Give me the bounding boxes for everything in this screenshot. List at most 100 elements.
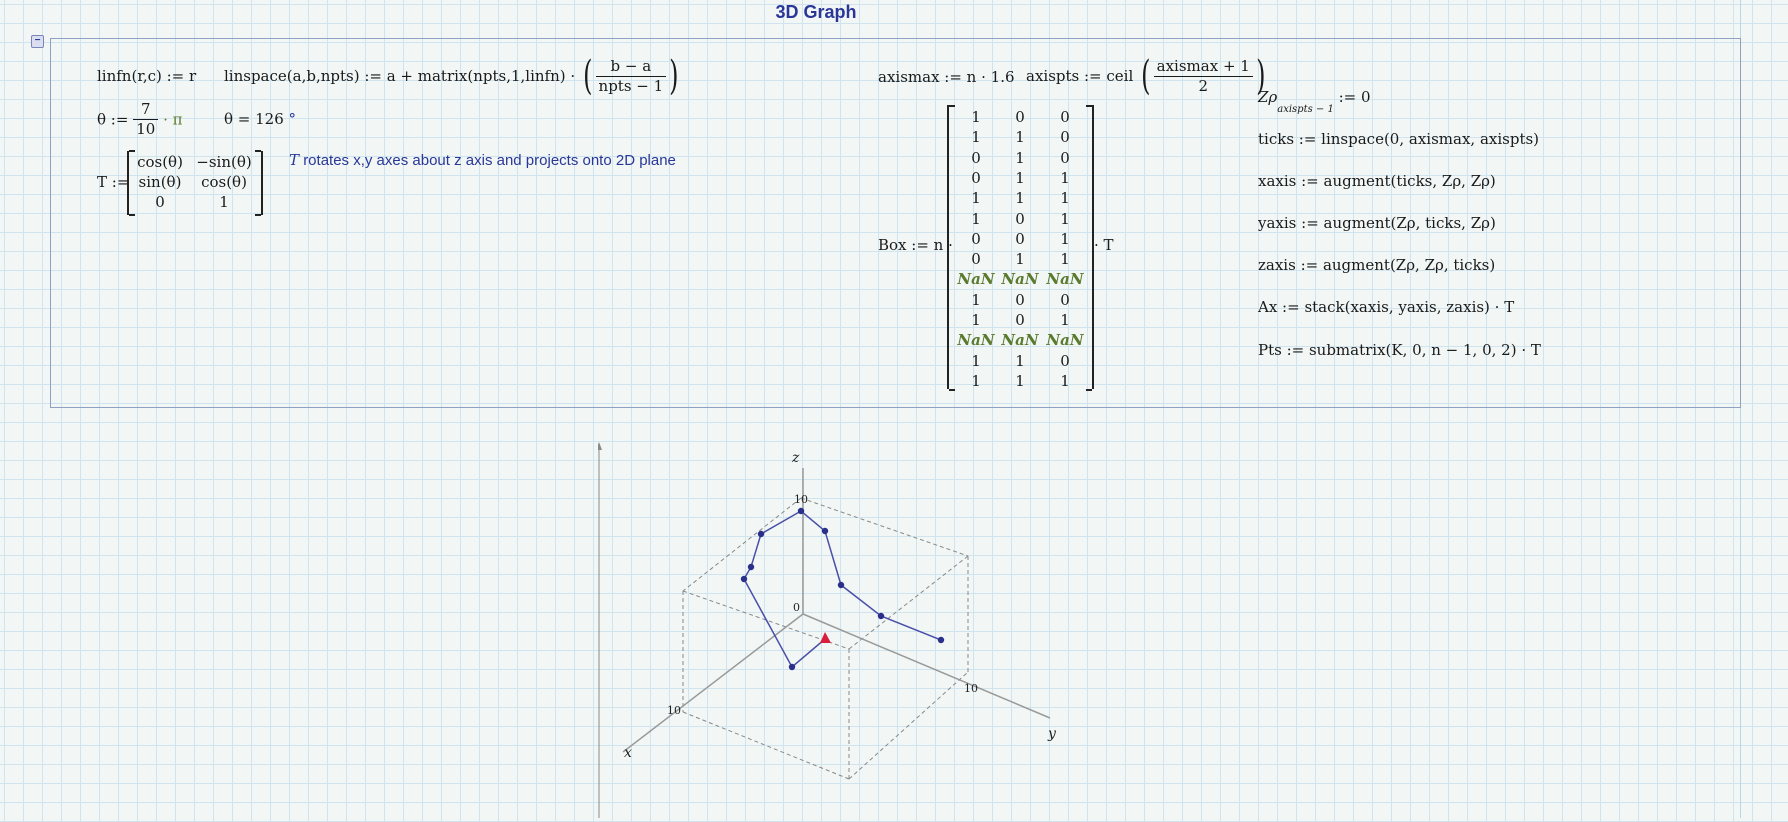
theta-pi: · π [163, 110, 183, 129]
matrix-cell: NaN [1001, 270, 1039, 289]
matrix-cell: 0 [1015, 311, 1025, 329]
matrix-cell: 1 [971, 128, 981, 147]
axispts-numerator: axismax + 1 [1153, 57, 1253, 77]
matrix-cell: 1 [1015, 351, 1025, 370]
matrix-cell: 0 [1060, 148, 1070, 167]
linspace-fraction: b − a npts − 1 [595, 57, 667, 96]
page-title: 3D Graph [775, 2, 857, 22]
data-point [747, 563, 755, 571]
y-tick-label: 10 [964, 682, 978, 695]
ticks-definition[interactable]: ticks := linspace(0, axismax, axispts) [1258, 130, 1539, 148]
matrix-cell: 0 [1015, 108, 1025, 126]
axismax-definition[interactable]: axismax := n · 1.6 [878, 68, 1015, 86]
matrix-cell: 1 [1015, 250, 1025, 269]
region-collapse-button[interactable]: − [31, 35, 44, 48]
matrix-cell: 1 [971, 209, 981, 228]
matrix-cell: 0 [1060, 290, 1070, 309]
plot-canvas[interactable]: z x y 10 0 10 10 [596, 442, 1088, 818]
data-point [821, 527, 829, 535]
matrix-cell: 1 [1015, 371, 1025, 390]
matrix-cell: cos(θ) [137, 153, 183, 171]
linspace-definition[interactable]: linspace(a,b,npts) := a + matrix(npts,1,… [224, 56, 682, 96]
ax-definition[interactable]: Ax := stack(xaxis, yaxis, zaxis) · T [1258, 298, 1514, 316]
matrix-cell: 0 [971, 168, 981, 187]
origin-tick-label: 0 [793, 601, 800, 614]
matrix-cell: 0 [1060, 108, 1070, 126]
3d-plot[interactable]: z x y 10 0 10 10 [596, 442, 1088, 818]
matrix-cell: 1 [971, 290, 981, 309]
data-point [837, 581, 845, 589]
close-paren: ) [669, 53, 679, 99]
T-lhs[interactable]: T := [97, 173, 129, 191]
comment-variable: T [289, 151, 300, 169]
matrix-cell: 0 [971, 250, 981, 269]
matrix-cell: 1 [1060, 371, 1070, 390]
linspace-denominator: npts − 1 [598, 76, 664, 95]
data-point [740, 575, 748, 583]
theta-denominator: 10 [136, 120, 156, 138]
data-points [740, 507, 945, 671]
theta-numerator: 7 [133, 100, 159, 120]
matrix-cell: 0 [1060, 351, 1070, 370]
zp-symbol: Zρ [1258, 88, 1278, 106]
matrix-cell: 1 [1060, 209, 1070, 228]
matrix-cell: cos(θ) [201, 173, 247, 191]
zp-definition[interactable]: Zρaxispts − 1 := 0 [1258, 88, 1371, 115]
T-comment[interactable]: T rotates x,y axes about z axis and proj… [289, 151, 676, 169]
matrix-cell: 1 [971, 189, 981, 208]
matrix-cell: sin(θ) [138, 173, 182, 191]
zaxis-definition[interactable]: zaxis := augment(Zρ, Zρ, ticks) [1258, 256, 1495, 274]
frame-arrow [596, 442, 602, 450]
box-lhs[interactable]: Box := n · [878, 236, 953, 254]
data-point [797, 507, 805, 515]
theta-lhs: θ := [97, 110, 129, 129]
matrix-cell: 1 [971, 351, 981, 370]
end-marker-triangle [820, 632, 831, 643]
matrix-cell: NaN [957, 270, 995, 289]
axispts-fraction: axismax + 12 [1153, 57, 1253, 96]
yaxis-definition[interactable]: yaxis := augment(Zρ, ticks, Zρ) [1258, 214, 1496, 232]
linfn-definition[interactable]: linfn(r,c) := r [97, 67, 196, 85]
matrix-cell: −sin(θ) [196, 153, 252, 171]
matrix-cell: 1 [1015, 128, 1025, 147]
zp-subscript: axispts − 1 [1277, 104, 1334, 115]
linspace-expression: linspace(a,b,npts) := a + matrix(npts,1,… [224, 67, 576, 85]
matrix-cell: 1 [1015, 168, 1025, 187]
x-axis [622, 613, 804, 753]
T-matrix[interactable]: cos(θ) −sin(θ) sin(θ) cos(θ) 0 1 [127, 150, 263, 216]
data-trace [743, 510, 942, 669]
matrix-cell: 1 [1060, 250, 1070, 269]
matrix-cell: NaN [1046, 331, 1084, 350]
matrix-cell: 0 [1015, 209, 1025, 228]
box-matrix[interactable]: 1 0 0 1 1 0 0 1 0 0 1 1 1 1 1 1 0 1 0 0 1 0 1 1 NaN NaN NaN 1 0 0 1 0 1 N… [947, 105, 1094, 391]
matrix-cell: 1 [1015, 148, 1025, 167]
axispts-lhs: axispts := ceil [1026, 67, 1134, 85]
matrix-cell: 0 [1060, 128, 1070, 147]
linspace-numerator: b − a [595, 57, 667, 77]
data-point [757, 530, 765, 538]
open-paren: ( [1141, 53, 1151, 99]
xaxis-definition[interactable]: xaxis := augment(ticks, Zρ, Zρ) [1258, 172, 1496, 190]
matrix-cell: 1 [1015, 189, 1025, 208]
y-axis [802, 613, 1051, 719]
matrix-cell: 0 [971, 229, 981, 248]
box-rhs: · T [1094, 236, 1114, 254]
pts-definition[interactable]: Pts := submatrix(K, 0, n − 1, 0, 2) · T [1258, 341, 1541, 359]
matrix-cell: 0 [1015, 229, 1025, 248]
theta-definition[interactable]: θ := 7 10 · π [97, 100, 182, 139]
data-point [788, 663, 796, 671]
z-tick-label: 10 [794, 493, 808, 506]
axispts-definition[interactable]: axispts := ceil (axismax + 1 2) [1026, 56, 1268, 96]
matrix-cell: 0 [971, 148, 981, 167]
degree-unit: ° [288, 110, 297, 128]
matrix-cell: 0 [155, 193, 165, 211]
z-axis-label: z [791, 450, 800, 466]
matrix-cell: 1 [1060, 311, 1070, 329]
open-paren: ( [583, 53, 593, 99]
matrix-cell: 1 [219, 193, 229, 211]
matrix-cell: 1 [971, 108, 981, 126]
bracket-left [949, 105, 955, 391]
theta-evaluation[interactable]: θ = 126 ° [224, 110, 296, 128]
axispts-denominator: 2 [1198, 76, 1209, 95]
y-axis-label: y [1047, 726, 1057, 742]
